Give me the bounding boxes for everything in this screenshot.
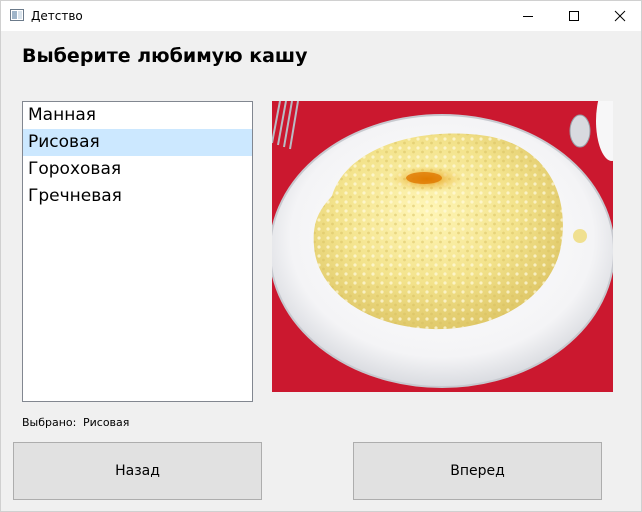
window-title: Детство	[31, 9, 83, 23]
porridge-photo	[272, 101, 613, 392]
maximize-icon	[569, 11, 579, 21]
list-item-gorokhovaya[interactable]: Гороховая	[23, 156, 252, 183]
list-item-mannaya[interactable]: Манная	[23, 102, 252, 129]
minimize-icon	[523, 16, 533, 17]
next-button[interactable]: Вперед	[353, 442, 602, 500]
page-heading: Выберите любимую кашу	[22, 45, 308, 67]
selected-label: Выбрано:	[22, 416, 77, 429]
close-button[interactable]	[597, 1, 642, 31]
selected-value: Рисовая	[83, 416, 130, 429]
list-item-grechnevaya[interactable]: Гречневая	[23, 183, 252, 210]
close-icon	[614, 10, 626, 22]
back-button[interactable]: Назад	[13, 442, 262, 500]
porridge-listbox[interactable]: Манная Рисовая Гороховая Гречневая	[22, 101, 253, 402]
app-window-icon	[10, 9, 24, 21]
list-item-risovaya[interactable]: Рисовая	[23, 129, 252, 156]
minimize-button[interactable]	[505, 1, 551, 31]
maximize-button[interactable]	[551, 1, 597, 31]
main-window: Детство Выберите любимую кашу Манная Рис…	[0, 0, 642, 512]
title-bar[interactable]: Детство	[1, 1, 641, 31]
